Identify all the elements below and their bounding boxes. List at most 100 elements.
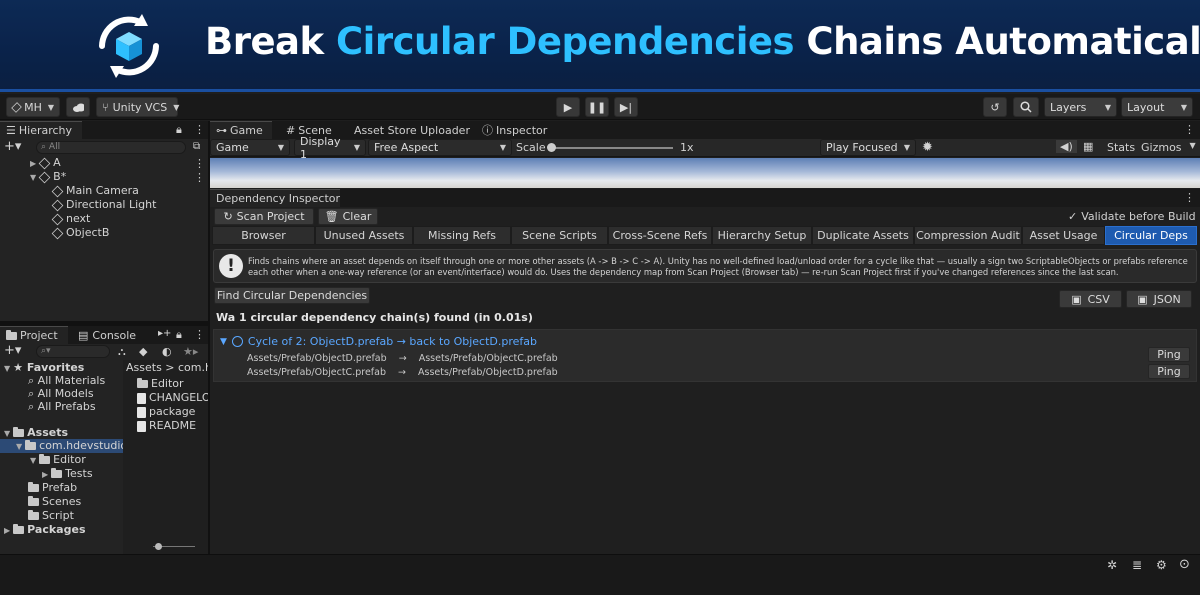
tab-missing-refs[interactable]: Missing Refs (413, 226, 511, 245)
clear-button[interactable]: 🗑︎ Clear (318, 208, 378, 225)
tab-game[interactable]: ⊶ Game (210, 121, 272, 139)
validate-checkbox[interactable]: ✓ Validate before Build (1068, 210, 1196, 223)
step-button[interactable]: ▶| (614, 97, 638, 117)
game-viewport[interactable] (210, 158, 1200, 188)
file-item[interactable]: package (137, 405, 195, 419)
hidden-packages-icon[interactable]: ◐ (162, 345, 172, 358)
tab-unused-assets[interactable]: Unused Assets (315, 226, 413, 245)
folder-icon (51, 468, 63, 478)
project-breadcrumb[interactable]: Assets > com.hdev (126, 361, 208, 375)
zoom-slider-thumb[interactable] (155, 543, 162, 550)
hierarchy-item[interactable]: ▶ A (30, 156, 61, 170)
asset-tree-item[interactable]: Scenes (28, 495, 81, 509)
scale-slider[interactable] (551, 147, 673, 149)
filter-label-icon[interactable]: ◆ (139, 345, 147, 358)
gizmos-dropdown[interactable]: Gizmos ▼ (1141, 141, 1196, 154)
more-menu-icon[interactable]: ⋮ (1184, 123, 1195, 136)
play-button[interactable]: ▶ (556, 97, 580, 117)
game-control-bar: Game ▼ Display 1 ▼ Free Aspect ▼ Scale 1x P… (210, 135, 1200, 161)
display-mode-dropdown[interactable]: Game ▼ (210, 139, 290, 156)
tab-browser[interactable]: Browser (212, 226, 315, 245)
stats-button[interactable]: Stats (1107, 141, 1135, 154)
tab-cross-scene-refs[interactable]: Cross-Scene Refs (608, 226, 712, 245)
find-circular-dependencies-button[interactable]: Find Circular Dependencies (214, 287, 370, 304)
cloud-icon (73, 103, 84, 112)
favorite-item[interactable]: ⌕ All Prefabs (28, 400, 96, 414)
history-button[interactable]: ↺ (983, 97, 1007, 117)
layout-dropdown[interactable]: Layout ▼ (1121, 97, 1193, 117)
cloud-button[interactable] (66, 97, 90, 117)
cache-icon[interactable]: ⚙ (1156, 558, 1167, 572)
packages-folder[interactable]: ▶ Packages (4, 523, 86, 537)
project-search-input[interactable]: ⌕▾ (36, 345, 110, 358)
tab-dependency-inspector[interactable]: Dependency Inspector (210, 189, 340, 207)
grid-toggle-icon[interactable]: ▦ (1083, 140, 1093, 153)
stack-icon[interactable]: ≣ (1132, 558, 1142, 572)
tab-duplicate-assets[interactable]: Duplicate Assets (812, 226, 914, 245)
play-mode-dropdown[interactable]: Play Focused ▼ (820, 139, 916, 156)
account-dropdown[interactable]: MH ▼ (6, 97, 60, 117)
hierarchy-item[interactable]: next (51, 212, 90, 226)
tab-console[interactable]: ▤ Console (72, 326, 138, 344)
export-csv-button[interactable]: ▣ CSV (1059, 290, 1122, 308)
tab-inspector[interactable]: ⓘ Inspector (476, 121, 548, 139)
display-dropdown[interactable]: Display 1 ▼ (294, 135, 366, 161)
tab-scene-scripts[interactable]: Scene Scripts (511, 226, 608, 245)
file-item[interactable]: Editor (137, 377, 184, 391)
item-menu-icon[interactable]: ⋮ (194, 171, 205, 184)
hierarchy-item[interactable]: ▼ B* (30, 170, 66, 184)
ping-button[interactable]: Ping (1148, 347, 1190, 362)
pause-button[interactable]: ❚❚ (585, 97, 609, 117)
add-tab-icon[interactable]: ▸+ (158, 328, 171, 339)
result-summary: Wa 1 circular dependency chain(s) found … (216, 311, 533, 324)
tab-compression-audit[interactable]: Compression Audit (914, 226, 1022, 245)
tab-hierarchy[interactable]: ☰ Hierarchy (0, 121, 82, 139)
ping-button[interactable]: Ping (1148, 364, 1190, 379)
search-button[interactable] (1013, 97, 1039, 117)
aspect-dropdown[interactable]: Free Aspect ▼ (368, 139, 512, 156)
more-menu-icon[interactable]: ⋮ (194, 328, 205, 341)
asset-tree-item[interactable]: Prefab (28, 481, 77, 495)
tab-asset-store-uploader[interactable]: Asset Store Uploader (348, 121, 470, 139)
hierarchy-search-input[interactable]: ⌕ All (36, 141, 186, 154)
create-button[interactable]: +▾ (4, 344, 21, 357)
tab-project[interactable]: Project (0, 326, 68, 344)
asset-tree-item[interactable]: ▶ Tests (42, 467, 93, 481)
filter-type-icon[interactable]: ⛬ (118, 345, 126, 359)
asset-tree-item[interactable]: ▼ Editor (30, 453, 86, 467)
mute-audio-icon[interactable]: ◀︎) (1056, 140, 1077, 153)
scale-slider-thumb[interactable] (547, 143, 556, 152)
favorites-header[interactable]: ▼ ★ Favorites (4, 361, 84, 375)
more-menu-icon[interactable]: ⋮ (1184, 191, 1195, 204)
asset-tree-item[interactable]: Script (28, 509, 74, 523)
assets-folder[interactable]: ▼ Assets (4, 426, 68, 440)
file-item[interactable]: README (137, 419, 196, 433)
game-tabbar: ⊶ Game # Scene Asset Store Uploader ⓘ Inspe… (210, 121, 1200, 139)
star-filter-icon[interactable]: ★▸ (183, 345, 198, 358)
file-item[interactable]: CHANGELOG (137, 391, 208, 405)
hierarchy-item[interactable]: Main Camera (51, 184, 139, 198)
favorite-item[interactable]: ⌕ All Materials (28, 374, 105, 388)
tab-asset-usage[interactable]: Asset Usage (1022, 226, 1105, 245)
collapse-icon[interactable]: ⊙ (1179, 557, 1190, 572)
hierarchy-item[interactable]: Directional Light (51, 198, 156, 212)
scan-project-button[interactable]: ↻ Scan Project (214, 208, 314, 225)
item-menu-icon[interactable]: ⋮ (194, 157, 205, 170)
more-menu-icon[interactable]: ⋮ (194, 123, 205, 136)
tab-circular-deps[interactable]: Circular Deps (1105, 226, 1197, 245)
hierarchy-item[interactable]: ObjectB (51, 226, 109, 240)
asset-tree-item[interactable]: ▼ com.hdevstudio. (16, 439, 130, 453)
create-button[interactable]: +▾ (4, 140, 26, 155)
scene-visibility-icon[interactable]: ⧉ (193, 141, 200, 152)
lock-icon[interactable]: 🔒︎ (176, 123, 182, 137)
favorite-item[interactable]: ⌕ All Models (28, 387, 94, 401)
lock-icon[interactable]: 🔒︎ (176, 328, 182, 342)
export-json-button[interactable]: ▣ JSON (1126, 290, 1192, 308)
tab-hierarchy-setup[interactable]: Hierarchy Setup (712, 226, 812, 245)
folder-icon (28, 496, 39, 506)
settings-gear-icon[interactable]: ✹ (922, 140, 933, 155)
bug-icon[interactable]: ✲ (1107, 558, 1117, 572)
cycle-header[interactable]: ▼ Cycle of 2: ObjectD.prefab → back to O… (220, 335, 537, 348)
vcs-dropdown[interactable]: ⑂ Unity VCS ▼ (96, 97, 179, 117)
layers-dropdown[interactable]: Layers ▼ (1044, 97, 1117, 117)
